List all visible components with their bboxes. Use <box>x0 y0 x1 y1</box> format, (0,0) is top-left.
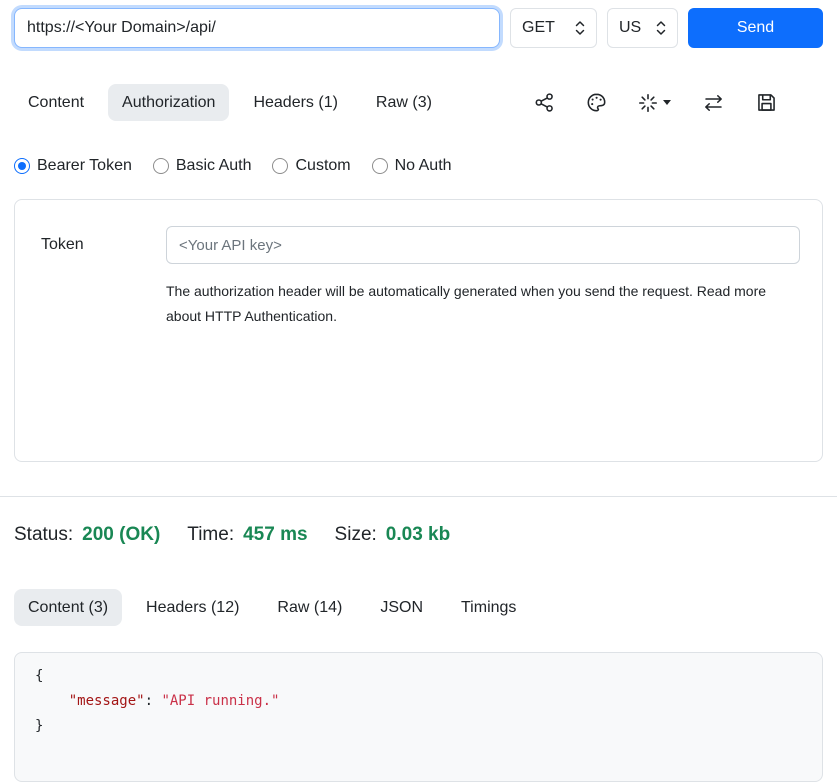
swap-arrows-icon[interactable] <box>702 93 725 113</box>
status-item: Time: 457 ms <box>187 524 307 547</box>
tab-headers[interactable]: Headers (1) <box>239 84 351 121</box>
auth-option-label: Bearer Token <box>37 156 132 175</box>
updown-caret-icon <box>656 20 666 36</box>
request-bar: GET US Send <box>14 8 823 48</box>
size-value: 0.03 kb <box>386 524 450 547</box>
tab-response-headers[interactable]: Headers (12) <box>132 589 253 626</box>
token-input[interactable] <box>166 226 800 264</box>
auth-option-label: Custom <box>295 156 350 175</box>
response-tabs: Content (3) Headers (12) Raw (14) JSON T… <box>14 589 823 626</box>
auth-option-custom[interactable]: Custom <box>272 156 350 175</box>
caret-down-icon <box>663 100 671 105</box>
share-icon[interactable] <box>534 92 555 113</box>
request-tabs: Content Authorization Headers (1) Raw (3… <box>14 84 823 121</box>
time-label: Time: <box>187 524 234 547</box>
tab-authorization[interactable]: Authorization <box>108 84 229 121</box>
radio-selected-icon <box>14 158 30 174</box>
section-divider <box>0 496 837 497</box>
status-code-value: 200 (OK) <box>82 524 160 547</box>
radio-icon <box>372 158 388 174</box>
token-help-text: The authorization header will be automat… <box>166 279 788 329</box>
region-select-value: US <box>619 18 641 37</box>
response-body-panel: { "message": "API running." } <box>14 652 823 782</box>
save-icon[interactable] <box>756 92 777 113</box>
url-input[interactable] <box>14 8 500 48</box>
status-item: Status: 200 (OK) <box>14 524 160 547</box>
region-select[interactable]: US <box>607 8 678 48</box>
status-item: Size: 0.03 kb <box>335 524 451 547</box>
tab-response-timings[interactable]: Timings <box>447 589 530 626</box>
method-select-value: GET <box>522 18 555 37</box>
auth-type-options: Bearer Token Basic Auth Custom No Auth <box>14 156 823 175</box>
response-status-bar: Status: 200 (OK) Time: 457 ms Size: 0.03… <box>14 524 823 547</box>
response-json: { "message": "API running." } <box>35 664 802 739</box>
status-label: Status: <box>14 524 73 547</box>
palette-icon[interactable] <box>586 92 607 113</box>
json-string-value: "API running." <box>161 693 279 709</box>
tab-response-json[interactable]: JSON <box>366 589 437 626</box>
size-label: Size: <box>335 524 377 547</box>
json-close-brace: } <box>35 718 43 734</box>
api-tester-page: GET US Send Content Authorization Header… <box>0 0 837 782</box>
tab-response-raw[interactable]: Raw (14) <box>263 589 356 626</box>
auth-option-bearer-token[interactable]: Bearer Token <box>14 156 132 175</box>
token-label: Token <box>41 226 166 329</box>
method-select[interactable]: GET <box>510 8 597 48</box>
send-button[interactable]: Send <box>688 8 823 48</box>
json-open-brace: { <box>35 668 43 684</box>
tab-response-content[interactable]: Content (3) <box>14 589 122 626</box>
magic-icon[interactable] <box>638 93 671 113</box>
time-value: 457 ms <box>243 524 307 547</box>
radio-icon <box>153 158 169 174</box>
json-indent <box>35 693 69 709</box>
request-toolbar <box>534 92 777 113</box>
auth-option-label: No Auth <box>395 156 452 175</box>
tab-content[interactable]: Content <box>14 84 98 121</box>
auth-option-label: Basic Auth <box>176 156 252 175</box>
auth-option-no-auth[interactable]: No Auth <box>372 156 452 175</box>
updown-caret-icon <box>575 20 585 36</box>
json-separator: : <box>145 693 162 709</box>
json-key: "message" <box>69 693 145 709</box>
tab-raw[interactable]: Raw (3) <box>362 84 446 121</box>
bearer-token-panel: Token The authorization header will be a… <box>14 199 823 462</box>
radio-icon <box>272 158 288 174</box>
auth-option-basic-auth[interactable]: Basic Auth <box>153 156 252 175</box>
